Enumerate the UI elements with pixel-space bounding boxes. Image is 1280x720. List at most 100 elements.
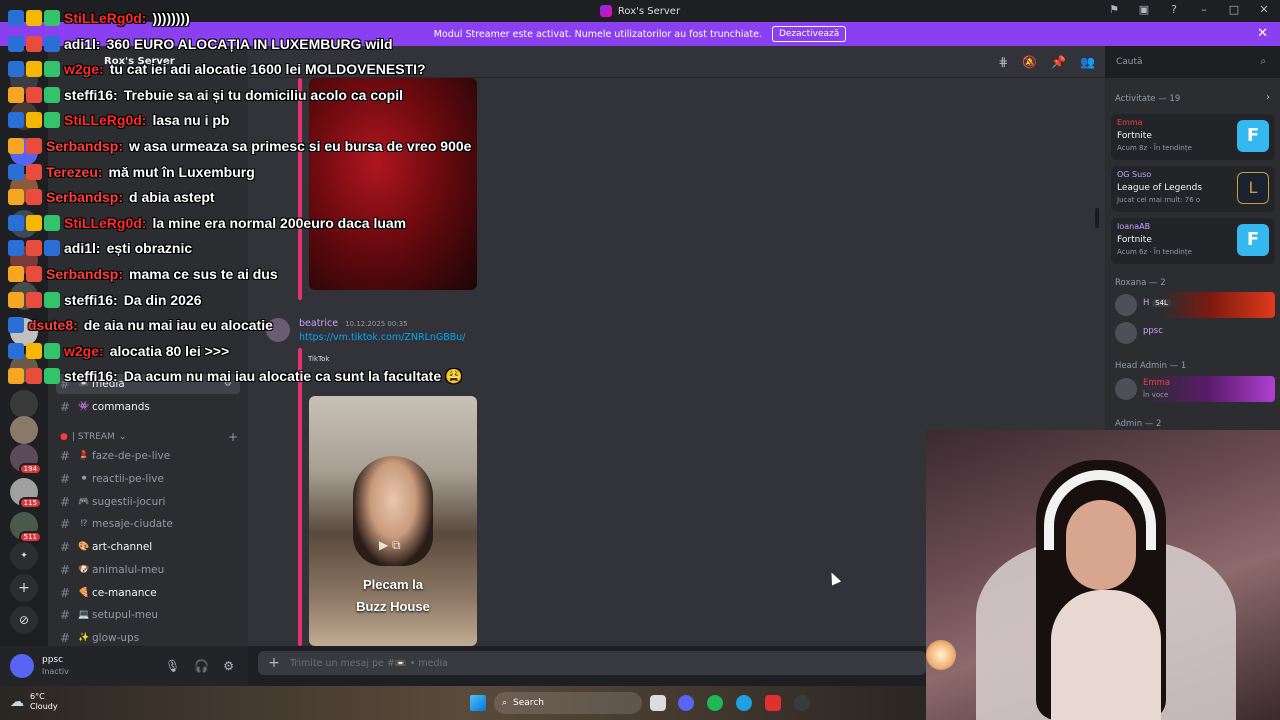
hash-icon: #	[60, 449, 71, 463]
hash-icon: #	[60, 540, 71, 554]
headphones-icon[interactable]: 🎧	[194, 659, 209, 673]
server-icon[interactable]	[10, 66, 38, 94]
avatar[interactable]	[266, 318, 290, 342]
discover-icon[interactable]: ⊘	[10, 606, 38, 634]
channel-art-channel[interactable]: # 🎨 art-channel	[56, 537, 240, 557]
server-icon[interactable]	[10, 102, 38, 130]
server-icon[interactable]	[10, 416, 38, 444]
microphone-icon[interactable]: 🎙	[165, 659, 180, 673]
category-stream[interactable]: ● | STREAM ⌄ +	[60, 430, 238, 444]
channel-emoji: 💄	[78, 451, 90, 461]
channel-label: ce-manance	[92, 587, 157, 599]
attach-plus-icon[interactable]: +	[258, 655, 290, 671]
disable-streamer-button[interactable]: Dezactivează	[771, 26, 847, 42]
member-name: H S4L	[1143, 298, 1171, 308]
channel-reactii-pe-live[interactable]: # ⚫ reactii-pe-live	[56, 469, 240, 489]
category-dot-icon: ●	[60, 432, 68, 442]
notifications-icon[interactable]: 🔕	[1022, 55, 1037, 69]
avatar[interactable]	[10, 654, 34, 678]
spotify-icon[interactable]	[707, 695, 723, 711]
webcam-overlay	[926, 430, 1280, 720]
server-icon[interactable]	[10, 138, 38, 166]
taskbar-search[interactable]: ⌕ Search	[494, 692, 642, 714]
message-link[interactable]: https://vm.tiktok.com/ZNRLnGBBu/	[299, 332, 466, 343]
channel-glow-ups[interactable]: # ✨ glow-ups	[56, 628, 240, 648]
play-icon[interactable]: ▶ ⧉	[379, 538, 401, 553]
server-icon[interactable]	[10, 512, 42, 543]
streamer-body	[1051, 590, 1161, 720]
search-input[interactable]: Caută ⌕	[1110, 54, 1272, 72]
scrollbar[interactable]	[1095, 208, 1099, 228]
member-row[interactable]: Emma În voce	[1111, 376, 1275, 402]
channel-faze-de-pe-live[interactable]: # 💄 faze-de-pe-live	[56, 446, 240, 466]
message-timestamp: 10.12.2025 00:35	[345, 320, 408, 328]
role-header: Head Admin — 1	[1115, 361, 1187, 371]
close-button[interactable]: ✕	[1256, 3, 1272, 16]
activity-card[interactable]: IoanaAB Fortnite Acum 6z · În tendințe F	[1111, 218, 1275, 264]
add-channel-icon[interactable]: +	[228, 430, 238, 444]
server-icon[interactable]	[10, 174, 38, 202]
video-thumbnail[interactable]: ▶ ⧉ Plecam la Buzz House	[309, 396, 477, 646]
channel-settings-icon[interactable]: ⚙	[224, 379, 232, 389]
server-icon[interactable]	[10, 354, 38, 382]
channel-ce-manance[interactable]: # 🍕 ce-manance	[56, 583, 240, 603]
start-icon[interactable]	[470, 695, 486, 711]
help-icon[interactable]: ?	[1166, 3, 1182, 16]
member-status: În voce	[1143, 391, 1169, 399]
channel-animalul-meu[interactable]: # 🐶 animalul-meu	[56, 560, 240, 580]
channel-label: reactii-pe-live	[92, 473, 164, 485]
maximize-button[interactable]: □	[1226, 3, 1242, 16]
member-list-icon[interactable]: 👥	[1080, 55, 1095, 69]
streamer-mode-banner: Modul Streamer este activat. Numele util…	[0, 22, 1280, 46]
channel-commands[interactable]: # 👾 commands	[56, 397, 240, 417]
user-controls: 🎙 🎧 ⚙	[165, 659, 234, 673]
discord-icon[interactable]	[678, 695, 694, 711]
app-icon[interactable]	[794, 695, 810, 711]
server-icon[interactable]	[10, 444, 42, 475]
minimize-button[interactable]: –	[1196, 3, 1212, 16]
channel-media[interactable]: # 📼 media ⚙	[56, 374, 240, 394]
server-icon[interactable]	[10, 478, 42, 509]
member-row[interactable]: H S4L	[1111, 292, 1275, 318]
server-icon[interactable]	[10, 318, 38, 346]
activity-header: Activitate — 19	[1115, 94, 1181, 104]
message-author[interactable]: beatrice	[299, 318, 338, 329]
video-thumbnail[interactable]	[309, 78, 477, 290]
channel-sidebar: Rox's Server # 📼 media ⚙ # 👾 commands ● …	[48, 46, 248, 646]
activity-card[interactable]: Emma Fortnite Acum 8z · În tendințe F	[1111, 114, 1275, 160]
inbox-icon[interactable]: ⚑	[1106, 3, 1122, 16]
user-panel: ppsc Inactiv 🎙 🎧 ⚙	[0, 646, 248, 686]
weather-widget[interactable]: ☁ 6°C Cloudy	[10, 692, 58, 712]
edge-icon[interactable]	[736, 695, 752, 711]
avatar	[1115, 378, 1137, 400]
message-composer[interactable]: + Trimite un mesaj pe #📼 • media	[258, 651, 926, 675]
server-icon[interactable]	[10, 390, 38, 418]
category-label: | STREAM	[71, 432, 115, 442]
channel-setupul-meu[interactable]: # 💻 setupul-meu	[56, 605, 240, 625]
threads-icon[interactable]: ⋕	[998, 55, 1008, 69]
hash-icon: #	[60, 563, 71, 577]
pin-icon[interactable]: 📌	[1051, 55, 1066, 69]
server-icon[interactable]	[10, 246, 38, 274]
taskbar-search-label: Search	[513, 698, 544, 708]
monitor-icon[interactable]: ▣	[1136, 3, 1152, 16]
add-server-icon[interactable]: +	[10, 574, 38, 602]
banner-close-icon[interactable]: ✕	[1257, 26, 1268, 41]
chevron-right-icon[interactable]: ›	[1266, 92, 1270, 103]
activity-card[interactable]: OG Suso League of Legends Jucat cel mai …	[1111, 166, 1275, 212]
league-of-legends-icon: L	[1237, 172, 1269, 204]
server-icon[interactable]	[10, 210, 38, 238]
server-icon[interactable]	[10, 282, 38, 310]
member-row[interactable]: ppsc	[1111, 320, 1275, 346]
channel-sugestii-jocuri[interactable]: # 🎮 sugestii-jocuri	[56, 492, 240, 512]
settings-gear-icon[interactable]: ⚙	[223, 659, 234, 673]
file-explorer-icon[interactable]	[650, 695, 666, 711]
user-info[interactable]: ppsc Inactiv	[42, 655, 69, 677]
app-icon[interactable]	[765, 695, 781, 711]
search-icon: ⌕	[502, 698, 508, 708]
server-header[interactable]: Rox's Server	[48, 46, 248, 76]
channel-mesaje-ciudate[interactable]: # ⁉ mesaje-ciudate	[56, 514, 240, 534]
channel-label: glow-ups	[92, 632, 140, 644]
server-icon[interactable]: ✦	[10, 542, 38, 570]
channel-label: sugestii-jocuri	[92, 496, 166, 508]
